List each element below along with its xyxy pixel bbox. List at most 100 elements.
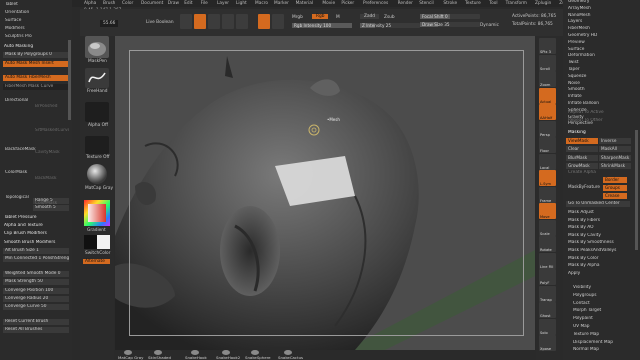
mask-growmask-button[interactable]: GrowMask: [566, 162, 598, 169]
right-shelf-l-sym-button[interactable]: L.Sym: [539, 170, 556, 186]
bottom-brush-label[interactable]: SnakeHook: [185, 355, 207, 360]
tool-subpalette-visibility[interactable]: Visibility: [571, 285, 635, 291]
left-row-auto-mask-fibermesh[interactable]: Auto Mask FiberMesh: [3, 75, 69, 81]
left-row-converge-curve-50[interactable]: Converge Curve 50: [3, 304, 69, 310]
right-shelf-scroll-button[interactable]: Scroll: [539, 54, 556, 71]
mask-clear-button[interactable]: Clear: [566, 146, 598, 153]
tool-subpalette-arraymesh[interactable]: ArrayMesh: [566, 6, 630, 12]
right-shelf-line-fill-button[interactable]: Line Fill: [539, 252, 556, 269]
right-shelf-polyf-button[interactable]: PolyF: [539, 269, 556, 285]
color-swatches[interactable]: [84, 235, 110, 249]
right-shelf-xpose-button[interactable]: Xpose: [539, 335, 556, 351]
left-row-auto-masking[interactable]: Auto Masking: [3, 44, 68, 50]
menu-item-macro[interactable]: Macro: [255, 1, 268, 6]
tool-subpalette-noise[interactable]: Noise: [566, 81, 630, 87]
bottom-brush-label[interactable]: SkinShaded: [148, 355, 171, 360]
left-row-converge-radius-20[interactable]: Converge Radius 20: [3, 296, 69, 302]
feature-crease-button[interactable]: Crease: [603, 193, 627, 199]
mask-row-mask-by-smoothness[interactable]: Mask By Smoothness: [566, 240, 630, 246]
right-shelf-spix-3-button[interactable]: SPix 3: [539, 38, 556, 54]
rgb-button[interactable]: Rgb: [312, 14, 329, 19]
menu-item-marker[interactable]: Marker: [274, 1, 289, 6]
left-row-mask-by-polygroups-0[interactable]: Mask By Polygroups 0: [3, 52, 69, 58]
left-row-tablet-pressure[interactable]: Tablet Pressure: [3, 215, 68, 221]
right-shelf-local-button[interactable]: Local: [539, 153, 556, 170]
stroke-thumbnail[interactable]: [85, 68, 109, 88]
tool-subpalette-layers[interactable]: Layers: [566, 19, 630, 25]
menu-item-stroke[interactable]: Stroke: [443, 1, 457, 6]
mask-sharpenmask-button[interactable]: SharpenMask: [599, 154, 631, 161]
primary-color-swatch[interactable]: [84, 235, 97, 249]
left-row-min-connected-1-polishstrength[interactable]: Min Connected 1 PolishStrength: [3, 256, 69, 262]
tool-subpalette-surface[interactable]: Surface: [566, 47, 630, 53]
dynamic-button[interactable]: Dynamic: [480, 23, 499, 28]
right-shelf-persp-button[interactable]: Persp: [539, 120, 556, 137]
tool-subpalette-geometry-hd[interactable]: Geometry HD: [566, 33, 630, 39]
material-thumbnail[interactable]: [85, 163, 109, 185]
mask-maskall-button[interactable]: MaskAll: [599, 146, 631, 153]
menu-item-preferences[interactable]: Preferences: [363, 1, 388, 6]
tool-subpalette-deformation[interactable]: Deformation: [566, 53, 630, 59]
menu-item-brush[interactable]: Brush: [103, 1, 115, 6]
mask-row-mask-by-fibers[interactable]: Mask By Fibers: [566, 218, 630, 224]
alternate-button[interactable]: Alternate: [83, 259, 110, 264]
canvas-viewport[interactable]: •Mesh: [115, 36, 535, 350]
menu-item-material[interactable]: Material: [296, 1, 313, 6]
switch-color-label[interactable]: SwitchColor: [85, 251, 110, 256]
right-shelf-floor-button[interactable]: Floor: [539, 137, 556, 153]
menu-item-light[interactable]: Light: [236, 1, 247, 6]
scale-button[interactable]: [222, 14, 234, 29]
right-shelf-ghost-button[interactable]: Ghost: [539, 302, 556, 318]
left-row-weighted-smooth-mode-0[interactable]: Weighted Smooth Mode 0: [3, 271, 69, 277]
menu-item-document[interactable]: Document: [141, 1, 163, 6]
tool-subpalette-uv-map[interactable]: UV Map: [571, 324, 635, 330]
left-row-reset-all-brushes[interactable]: Reset All Brushes: [3, 327, 69, 333]
left-row-alpha-and-texture[interactable]: Alpha and Texture: [3, 223, 68, 229]
zadd-button[interactable]: Zadd: [360, 14, 380, 19]
rotate-button[interactable]: [236, 14, 248, 29]
edit-button[interactable]: [180, 14, 192, 29]
left-row-smooth-brush-modifiers[interactable]: Smooth Brush Modifiers: [3, 240, 68, 246]
right-shelf-transp-button[interactable]: Transp: [539, 285, 556, 302]
tool-subpalette-geometry[interactable]: Geometry: [566, 0, 630, 5]
tool-subpalette-squeeze[interactable]: Squeeze: [566, 74, 630, 80]
tool-subpalette-smooth[interactable]: Smooth: [566, 87, 630, 93]
zsub-button[interactable]: Zsub: [384, 15, 395, 20]
tool-subpalette-normal-map[interactable]: Normal Map: [571, 347, 635, 353]
right-shelf-solo-button[interactable]: Solo: [539, 318, 556, 335]
right-shelf-zoom-button[interactable]: Zoom: [539, 71, 556, 87]
m-button[interactable]: M: [336, 15, 340, 20]
right-panel-scrollbar[interactable]: [635, 130, 638, 250]
left-row-sculptris-pro[interactable]: Sculptris Pro: [3, 34, 69, 40]
mask-row-mask-adjust[interactable]: Mask Adjust: [566, 210, 630, 216]
rgb-intensity-slider[interactable]: Rgb Intensity 100: [292, 23, 352, 28]
mask-row-mask-by-ao[interactable]: Mask By AO: [566, 225, 630, 231]
gizmo-button[interactable]: [258, 14, 270, 29]
bottom-brush-label[interactable]: MatCap Gray: [118, 355, 143, 360]
tool-subpalette-inflate[interactable]: Inflate: [566, 94, 630, 100]
right-shelf-move-button[interactable]: Move: [539, 203, 556, 219]
secondary-color-swatch[interactable]: [97, 235, 110, 249]
color-picker[interactable]: [84, 200, 110, 226]
unmasked-center-button[interactable]: Go To Unmasked Center: [566, 201, 630, 207]
menu-item-movie[interactable]: Movie: [322, 1, 335, 6]
tool-subpalette-polypaint[interactable]: Polypaint: [571, 316, 635, 322]
texture-thumbnail[interactable]: [85, 136, 109, 154]
tool-subpalette-morph-target[interactable]: Morph Target: [571, 308, 635, 314]
left-row-auto-mask-mesh-insert[interactable]: Auto Mask Mesh Insert: [3, 61, 69, 67]
left-row-modifiers[interactable]: Modifiers: [3, 26, 69, 32]
mrgb-button[interactable]: Mrgb: [292, 15, 303, 20]
right-shelf-frame-button[interactable]: Frame: [539, 186, 556, 203]
menu-item-texture[interactable]: Texture: [465, 1, 481, 6]
mask-row-apply[interactable]: Apply: [566, 271, 630, 277]
right-shelf-aahalf-button[interactable]: AAHalf: [539, 104, 556, 120]
tool-subpalette-inflate-balloon[interactable]: Inflate Balloon: [566, 101, 630, 107]
right-shelf-scale-button[interactable]: Scale: [539, 219, 556, 236]
menu-item-file[interactable]: File: [201, 1, 208, 6]
menu-item-stencil[interactable]: Stencil: [419, 1, 434, 6]
bottom-brush-label[interactable]: SnakeHook2: [216, 355, 240, 360]
menu-item-color[interactable]: Color: [122, 1, 133, 6]
left-row-mask-strength-50[interactable]: Mask Strength 50: [3, 279, 69, 285]
left-row-converge-position-100[interactable]: Converge Position 100: [3, 288, 69, 294]
menu-item-tool[interactable]: Tool: [489, 1, 497, 6]
